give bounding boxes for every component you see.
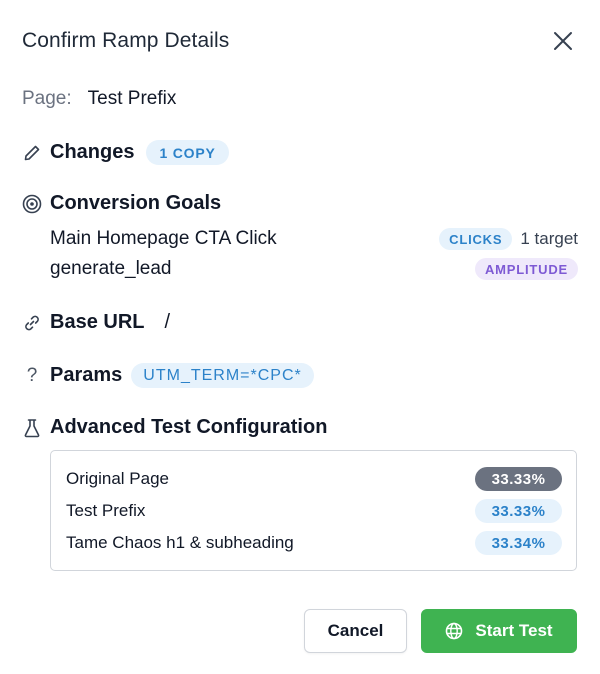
variant-percent-badge: 33.34% xyxy=(475,531,562,555)
variant-row: Original Page 33.33% xyxy=(66,467,562,491)
pencil-icon xyxy=(22,143,42,163)
target-icon xyxy=(22,194,42,214)
changes-title: Changes xyxy=(50,141,135,163)
variant-name: Original Page xyxy=(66,469,170,488)
advanced-config-title: Advanced Test Configuration xyxy=(50,416,328,438)
changes-section: Changes 1 COPY xyxy=(22,140,229,165)
conversion-goals-title: Conversion Goals xyxy=(50,192,222,214)
page-value: Test Prefix xyxy=(87,88,177,109)
base-url-title: Base URL xyxy=(50,311,145,333)
cancel-button-label: Cancel xyxy=(327,621,384,640)
goal-row: generate_lead AMPLITUDE xyxy=(50,258,578,280)
variant-name: Test Prefix xyxy=(66,501,146,520)
globe-icon xyxy=(446,622,463,640)
advanced-config-section: Advanced Test Configuration xyxy=(22,416,327,439)
base-url-section: Base URL / xyxy=(22,311,170,334)
dialog-title: Confirm Ramp Details xyxy=(22,29,230,52)
goal-row: Main Homepage CTA Click CLICKS 1 target xyxy=(50,228,578,250)
start-test-button[interactable]: Start Test xyxy=(421,609,577,653)
link-icon xyxy=(22,313,42,333)
changes-badge: 1 COPY xyxy=(146,140,229,165)
variant-distribution-box: Original Page 33.33% Test Prefix 33.33% … xyxy=(50,450,577,571)
params-badge: UTM_TERM=*CPC* xyxy=(131,363,314,388)
start-test-button-label: Start Test xyxy=(475,621,553,640)
variant-name: Tame Chaos h1 & subheading xyxy=(66,533,294,552)
params-section: ? Params UTM_TERM=*CPC* xyxy=(22,363,314,388)
variant-row: Tame Chaos h1 & subheading 33.34% xyxy=(66,531,562,555)
close-button[interactable] xyxy=(551,29,575,53)
goal-target-count: 1 target xyxy=(520,229,578,248)
variant-percent-badge: 33.33% xyxy=(475,467,562,491)
goal-name: Main Homepage CTA Click xyxy=(50,228,277,249)
page-label: Page: xyxy=(22,88,72,109)
page-row: Page: Test Prefix xyxy=(22,88,176,110)
conversion-goals-section: Conversion Goals xyxy=(22,192,221,215)
goal-type-badge: CLICKS xyxy=(439,228,513,250)
confirm-ramp-dialog: Confirm Ramp Details Page: Test Prefix C… xyxy=(0,0,600,674)
goal-name: generate_lead xyxy=(50,258,172,279)
variant-percent-badge: 33.33% xyxy=(475,499,562,523)
question-icon: ? xyxy=(26,364,38,386)
params-title: Params xyxy=(50,364,123,386)
goal-source-badge: AMPLITUDE xyxy=(474,258,578,280)
base-url-value: / xyxy=(164,311,171,333)
cancel-button[interactable]: Cancel xyxy=(304,609,407,653)
flask-icon xyxy=(22,418,42,438)
close-icon xyxy=(554,32,572,50)
variant-row: Test Prefix 33.33% xyxy=(66,499,562,523)
